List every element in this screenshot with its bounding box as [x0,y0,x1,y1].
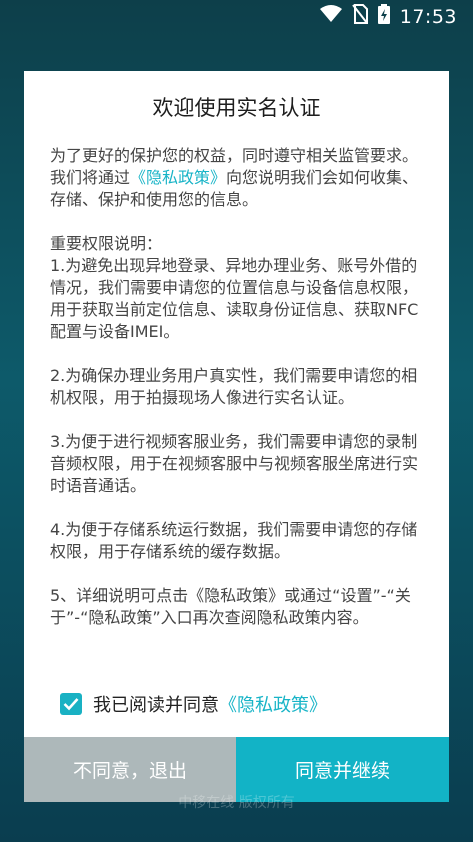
agree-prefix: 我已阅读并同意 [93,695,219,716]
agree-row[interactable]: 我已阅读并同意《隐私政策》 [60,691,327,717]
copyright-footer: 中移在线 版权所有 [178,795,295,811]
permission-item-4: 4.为便于存储系统运行数据，我们需要申请您的存储权限，用于存储系统的缓存数据。 [50,520,418,561]
agree-privacy-policy-link[interactable]: 《隐私政策》 [219,695,327,716]
agree-checkbox[interactable] [60,693,82,715]
permission-item-1: 1.为避免出现异地登录、异地办理业务、账号外借的情况，我们需要申请您的位置信息与… [50,256,419,341]
no-sim-icon [351,4,368,29]
status-bar: 17:53 [0,0,473,32]
dialog-title: 欢迎使用实名认证 [152,96,321,120]
privacy-dialog: 欢迎使用实名认证 为了更好的保护您的权益，同时遵守相关监管要求。我们将通过《隐私… [24,71,449,802]
permissions-heading: 重要权限说明： [50,234,163,253]
check-icon [63,698,79,711]
privacy-policy-link[interactable]: 《隐私政策》 [130,168,226,187]
status-time: 17:53 [399,5,457,28]
permission-item-2: 2.为确保办理业务用户真实性，我们需要申请您的相机权限，用于拍摄现场人像进行实名… [50,366,418,407]
dialog-body: 为了更好的保护您的权益，同时遵守相关监管要求。我们将通过《隐私政策》向您说明我们… [50,145,428,629]
permission-item-3: 3.为便于进行视频客服业务，我们需要申请您的录制音频权限，用于在视频客服中与视频… [50,432,419,495]
status-icons: 17:53 [319,4,457,29]
battery-charging-icon [377,4,390,29]
wifi-icon [319,5,342,28]
permission-item-5: 5、详细说明可点击《隐私政策》或通过“设置”-“关于”-“隐私政策”入口再次查阅… [50,586,411,627]
agree-label: 我已阅读并同意《隐私政策》 [93,691,327,717]
